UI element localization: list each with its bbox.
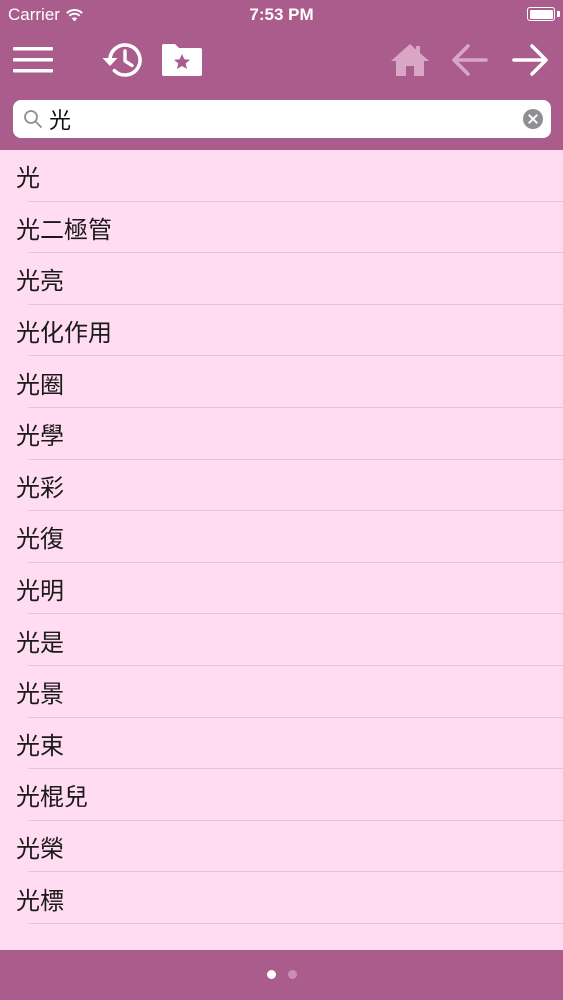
forward-button[interactable] <box>506 38 554 82</box>
back-button[interactable] <box>446 38 494 82</box>
list-item[interactable]: 光是 <box>0 614 563 666</box>
home-button[interactable] <box>386 38 434 82</box>
page-indicator[interactable] <box>0 970 563 979</box>
favorites-button[interactable] <box>158 38 206 82</box>
status-bar: Carrier 7:53 PM <box>0 0 563 30</box>
list-item[interactable]: 光榮 <box>0 821 563 873</box>
search-bar <box>13 100 551 138</box>
list-item[interactable]: 光棍兒 <box>0 769 563 821</box>
arrow-left-icon <box>452 44 488 76</box>
star-folder-icon <box>162 44 202 76</box>
list-item[interactable]: 光化作用 <box>0 305 563 357</box>
list-item[interactable]: 光二極管 <box>0 202 563 254</box>
toolbar <box>0 30 563 94</box>
app-screen: Carrier 7:53 PM 光 光 光二極管 光亮 光化作用 光圈 光學 光… <box>0 0 563 1000</box>
list-item[interactable]: 光 <box>0 150 563 202</box>
battery-fill <box>529 9 553 19</box>
header: Carrier 7:53 PM <box>0 0 563 150</box>
history-button[interactable] <box>98 38 146 82</box>
list-item[interactable]: 光明 <box>0 563 563 615</box>
list-item[interactable]: 光標 <box>0 872 563 924</box>
list-item[interactable]: 光復 <box>0 511 563 563</box>
status-time: 7:53 PM <box>249 5 314 24</box>
hamburger-menu-icon <box>13 47 53 73</box>
arrow-right-icon <box>512 44 548 76</box>
search-input[interactable] <box>49 100 519 138</box>
battery-icon <box>527 7 555 21</box>
list-item[interactable]: 光景 <box>0 666 563 718</box>
bottom-bar <box>0 950 563 1000</box>
results-list: 光 光二極管 光亮 光化作用 光圈 光學 光彩 光復 光明 光是 光景 光束 光… <box>0 150 563 950</box>
list-item[interactable]: 光圈 <box>0 356 563 408</box>
list-item[interactable]: 光束 <box>0 718 563 770</box>
list-item[interactable]: 光學 <box>0 408 563 460</box>
search-icon <box>24 110 42 128</box>
list-item[interactable]: 光亮 <box>0 253 563 305</box>
battery-nub <box>557 11 560 17</box>
list-item[interactable]: 光彩 <box>0 460 563 512</box>
clear-search-icon[interactable] <box>523 109 543 129</box>
history-clock-icon <box>102 43 142 77</box>
page-dot-2[interactable] <box>287 970 297 979</box>
page-dot-1[interactable] <box>266 970 276 979</box>
menu-button[interactable] <box>9 38 57 82</box>
home-icon <box>391 44 429 76</box>
